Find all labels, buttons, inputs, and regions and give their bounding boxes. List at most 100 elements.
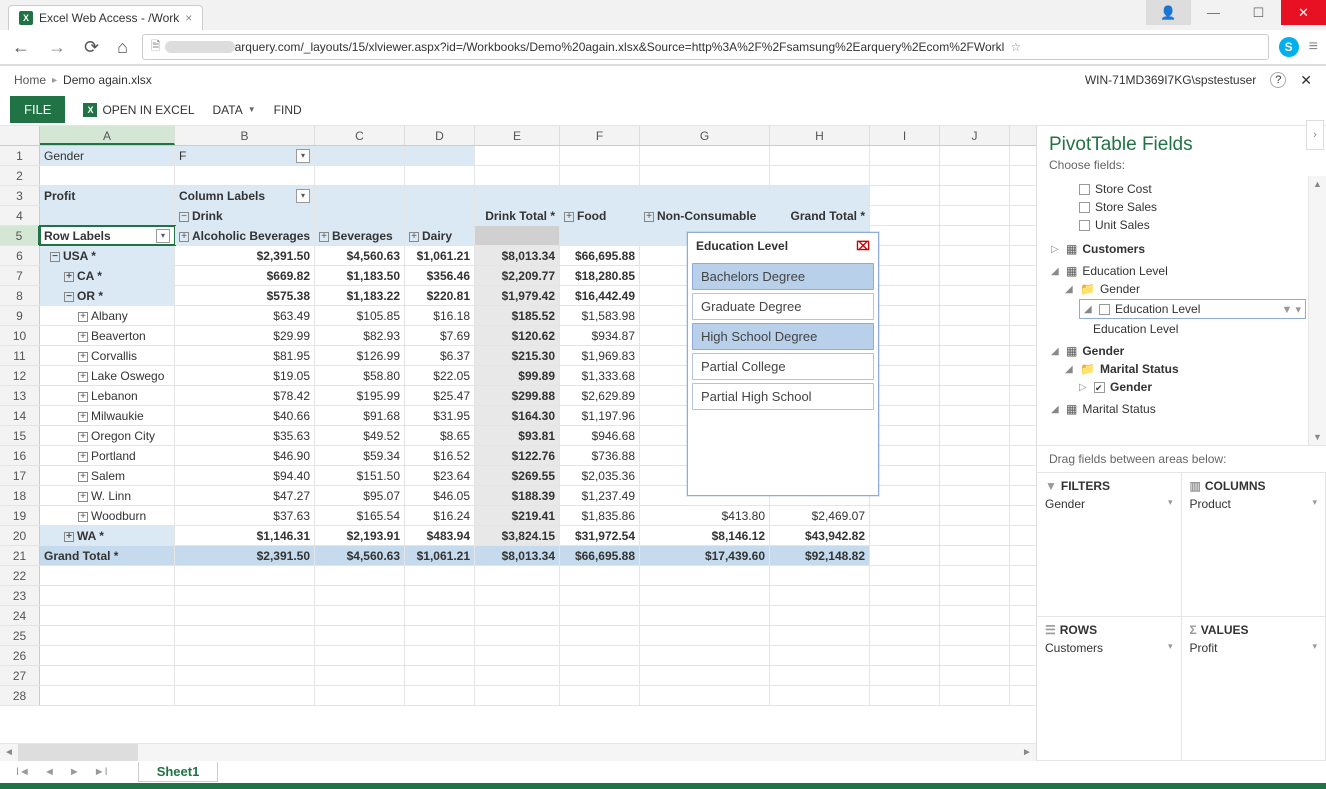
slicer-item[interactable]: Partial High School [692,383,874,410]
scroll-left-icon[interactable]: ◄ [0,747,18,758]
row-header[interactable]: 3 [0,186,40,205]
column-header-A[interactable]: A [40,126,175,145]
expand-icon[interactable]: ▷ [1051,244,1061,255]
col-alcoholic[interactable]: +Alcoholic Beverages [175,226,315,245]
nav-back-icon[interactable]: ← [8,37,34,58]
fieldlist-scrollbar[interactable]: ▲▼ [1308,176,1326,445]
col-dairy[interactable]: +Dairy [405,226,475,245]
field-group-education[interactable]: ◢▦Education Level [1051,262,1324,280]
collapse-icon[interactable]: ◢ [1051,404,1061,415]
row-label[interactable]: −OR * [40,286,175,305]
field-group-gender[interactable]: ◢▦Gender [1051,342,1324,360]
row-header[interactable]: 28 [0,686,40,705]
field-edu-gender[interactable]: ◢📁Gender [1051,280,1324,298]
row-label[interactable]: +Beaverton [40,326,175,345]
horizontal-scrollbar[interactable]: ◄ ► [0,743,1036,761]
row-label[interactable]: +CA * [40,266,175,285]
row-label[interactable]: +Woodburn [40,506,175,525]
field-store-cost[interactable]: Store Cost [1051,180,1324,198]
slicer-item[interactable]: Bachelors Degree [692,263,874,290]
row-header[interactable]: 23 [0,586,40,605]
row-label[interactable]: +WA * [40,526,175,545]
row-header[interactable]: 27 [0,666,40,685]
colgroup-drink[interactable]: −Drink [175,206,315,225]
field-marital-status[interactable]: ◢📁Marital Status [1051,360,1324,378]
colgroup-nonconsumable[interactable]: +Non-Consumable [640,206,770,225]
dropdown-caret-icon[interactable]: ▾ [1168,497,1173,511]
row-header[interactable]: 18 [0,486,40,505]
collapse-icon[interactable]: ◢ [1084,304,1094,315]
slicer-education-level[interactable]: Education Level ⌧ Bachelors DegreeGradua… [687,232,879,496]
column-header-F[interactable]: F [560,126,640,145]
window-maximize[interactable]: ☐ [1236,0,1281,25]
colgroup-food[interactable]: +Food [560,206,640,225]
row-header[interactable]: 11 [0,346,40,365]
select-all-corner[interactable] [0,126,40,145]
scroll-right-icon[interactable]: ► [1018,747,1036,758]
open-in-excel-button[interactable]: X OPEN IN EXCEL [83,103,194,117]
row-header[interactable]: 19 [0,506,40,525]
pivot-filter-value[interactable]: F▾ [175,146,315,165]
scroll-up-icon[interactable]: ▲ [1309,176,1326,192]
field-gender-attr[interactable]: ▷Gender▼ [1051,378,1324,396]
row-header[interactable]: 25 [0,626,40,645]
area-rows[interactable]: ☰ROWS Customers▾ [1037,617,1182,761]
column-header-C[interactable]: C [315,126,405,145]
user-label[interactable]: WIN-71MD369I7KG\spstestuser [1085,73,1256,87]
row-header[interactable]: 7 [0,266,40,285]
area-columns[interactable]: ▥COLUMNS Product▾ [1182,473,1326,617]
dropdown-caret-icon[interactable]: ▾ [1168,641,1173,655]
field-edu-level-selected[interactable]: ◢Education Level▼‎ ▾ [1079,299,1306,319]
row-header[interactable]: 20 [0,526,40,545]
scroll-thumb[interactable] [18,744,138,761]
collapse-icon[interactable]: ◢ [1065,284,1075,295]
sheet-nav-next-icon[interactable]: ► [63,766,86,778]
filter-icon[interactable]: ▼‎ ▾ [1282,303,1301,316]
sheet-nav-prev-icon[interactable]: ◄ [38,766,61,778]
row-header[interactable]: 9 [0,306,40,325]
collapse-icon[interactable]: ◢ [1065,364,1075,375]
column-header-H[interactable]: H [770,126,870,145]
field-unit-sales[interactable]: Unit Sales [1051,216,1324,234]
row-header[interactable]: 17 [0,466,40,485]
browser-tab[interactable]: X Excel Web Access - /Work × [8,5,203,30]
row-header[interactable]: 15 [0,426,40,445]
dropdown-caret-icon[interactable]: ▾ [1312,641,1317,655]
slicer-clear-filter-icon[interactable]: ⌧ [856,239,870,253]
data-menu[interactable]: DATA ▼ [213,103,256,117]
row-label[interactable]: +Milwaukie [40,406,175,425]
collapse-icon[interactable]: ◢ [1051,266,1061,277]
row-header[interactable]: 24 [0,606,40,625]
row-label[interactable]: +Portland [40,446,175,465]
row-header[interactable]: 26 [0,646,40,665]
row-label[interactable]: Grand Total * [40,546,175,565]
skype-icon[interactable]: S [1279,37,1299,57]
breadcrumb-home[interactable]: Home [14,73,46,87]
pivot-row-labels[interactable]: Row Labels▾ [40,226,175,245]
column-header-G[interactable]: G [640,126,770,145]
row-label[interactable]: +Lake Oswego [40,366,175,385]
row-label[interactable]: +Oregon City [40,426,175,445]
slicer-item[interactable]: Partial College [692,353,874,380]
panel-collapse-icon[interactable]: › [1306,120,1324,150]
nav-home-icon[interactable]: ⌂ [113,37,132,58]
slicer-item[interactable]: Graduate Degree [692,293,874,320]
column-header-B[interactable]: B [175,126,315,145]
row-label[interactable]: +Albany [40,306,175,325]
area-values[interactable]: ΣVALUES Profit▾ [1182,617,1326,761]
row-label[interactable]: +Corvallis [40,346,175,365]
field-group-customers[interactable]: ▷▦Customers [1051,240,1324,258]
sheet-nav-last-icon[interactable]: ►I [88,766,114,778]
field-edu-level-attr[interactable]: Education Level▼ [1051,320,1324,338]
find-button[interactable]: FIND [274,103,302,117]
window-close[interactable]: ✕ [1281,0,1326,25]
pivot-column-labels[interactable]: Column Labels▾ [175,186,315,205]
scroll-down-icon[interactable]: ▼ [1309,429,1326,445]
row-header[interactable]: 10 [0,326,40,345]
row-header[interactable]: 4 [0,206,40,225]
row-header[interactable]: 5 [0,226,40,245]
tab-close-icon[interactable]: × [185,11,192,25]
column-header-J[interactable]: J [940,126,1010,145]
col-beverages[interactable]: +Beverages [315,226,405,245]
titlebar-user-icon[interactable]: 👤 [1146,0,1191,25]
